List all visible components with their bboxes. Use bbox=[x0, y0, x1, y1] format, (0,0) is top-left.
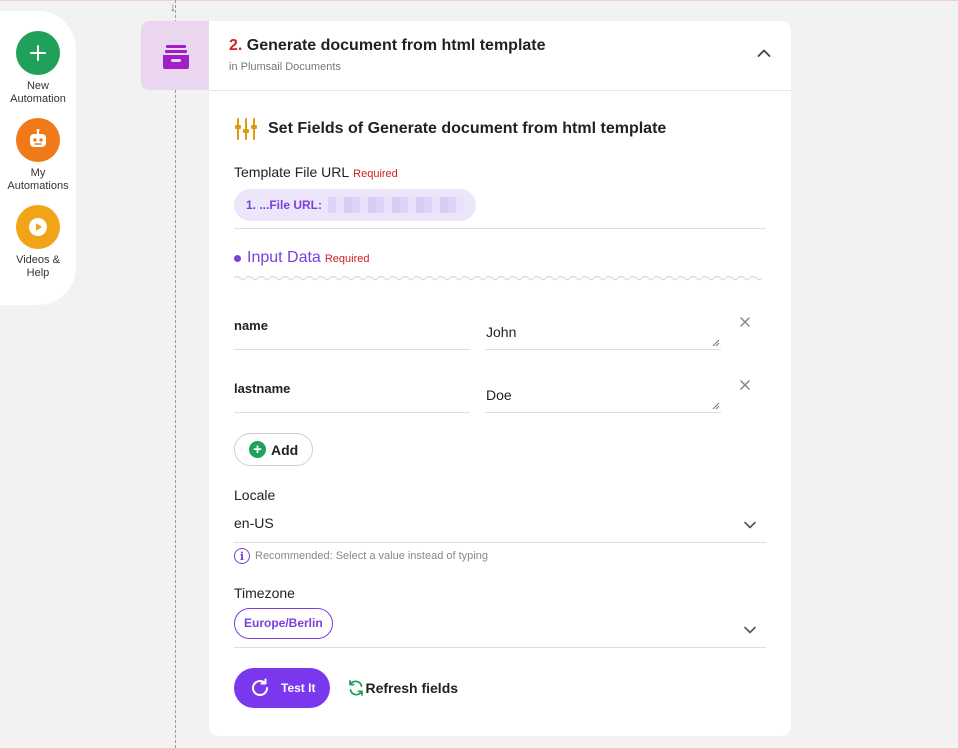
timezone-label: Timezone bbox=[234, 585, 295, 601]
input-data-row: name John bbox=[234, 306, 766, 369]
my-automations-label: My Automations bbox=[7, 167, 69, 192]
step-header[interactable]: 2. Generate document from html template … bbox=[209, 21, 791, 91]
chevron-up-icon[interactable] bbox=[757, 48, 771, 58]
refresh-cycle-icon bbox=[252, 678, 268, 696]
value-text: John bbox=[486, 324, 517, 340]
required-badge: Required bbox=[324, 253, 370, 265]
section-title: Set Fields of Generate document from htm… bbox=[268, 120, 667, 137]
resize-handle-icon[interactable] bbox=[712, 402, 720, 410]
locale-field: Locale en-US i Recommended: Select a val… bbox=[234, 487, 766, 564]
action-bar: Test It Refresh fields bbox=[234, 668, 766, 708]
input-data-row: lastname Doe bbox=[234, 369, 766, 432]
input-data-header[interactable]: Input Data Required bbox=[234, 249, 766, 267]
input-data-label: Input Data bbox=[247, 249, 321, 266]
new-automation-button[interactable]: New Automation bbox=[0, 31, 76, 106]
play-icon bbox=[16, 205, 60, 249]
step-title: 2. Generate document from html template bbox=[229, 37, 771, 55]
locale-hint: i Recommended: Select a value instead of… bbox=[234, 548, 766, 564]
new-automation-label: New Automation bbox=[10, 80, 66, 105]
timezone-field: Timezone Europe/Berlin bbox=[234, 585, 766, 648]
template-url-label: Template File URL bbox=[234, 164, 350, 180]
value-field[interactable]: John bbox=[485, 306, 721, 350]
required-badge: Required bbox=[353, 168, 398, 180]
plus-icon bbox=[16, 31, 60, 75]
value-text: Doe bbox=[486, 387, 512, 403]
sliders-icon bbox=[235, 118, 257, 140]
step-title-text: Generate document from html template bbox=[246, 37, 546, 54]
add-label: Add bbox=[271, 441, 299, 458]
key-field[interactable]: lastname bbox=[234, 369, 470, 413]
resize-handle-icon[interactable] bbox=[712, 339, 720, 347]
locale-label: Locale bbox=[234, 487, 276, 503]
top-border bbox=[0, 0, 958, 1]
step-number: 2. bbox=[229, 37, 243, 54]
step-body: Set Fields of Generate document from htm… bbox=[209, 117, 791, 708]
my-automations-button[interactable]: My Automations bbox=[0, 118, 76, 193]
section-header: Set Fields of Generate document from htm… bbox=[234, 117, 766, 141]
close-icon[interactable] bbox=[739, 379, 751, 391]
timezone-chip[interactable]: Europe/Berlin bbox=[234, 608, 333, 639]
value-field[interactable]: Doe bbox=[485, 369, 721, 413]
chevron-down-icon[interactable] bbox=[744, 626, 756, 634]
test-it-button[interactable]: Test It bbox=[234, 668, 331, 708]
videos-help-button[interactable]: Videos & Help bbox=[0, 205, 76, 280]
archive-drawer-icon bbox=[163, 44, 189, 69]
timezone-select[interactable]: Europe/Berlin bbox=[234, 601, 766, 648]
file-url-token[interactable]: 1. ...File URL: bbox=[234, 189, 477, 221]
flow-connector bbox=[175, 0, 176, 748]
refresh-fields-label: Refresh fields bbox=[365, 680, 459, 696]
file-url-token-label: 1. ...File URL: bbox=[246, 198, 323, 212]
robot-icon bbox=[16, 118, 60, 162]
refresh-icon bbox=[349, 680, 364, 696]
locale-hint-text: Recommended: Select a value instead of t… bbox=[255, 550, 488, 562]
locale-select[interactable]: en-US bbox=[234, 503, 766, 543]
input-data-rows: name John lastname Doe bbox=[234, 306, 766, 432]
left-sidebar: New Automation My Automations Videos & H… bbox=[0, 11, 76, 305]
chevron-down-icon[interactable] bbox=[744, 521, 756, 529]
bullet-dot-icon bbox=[234, 254, 241, 262]
step-card: 2. Generate document from html template … bbox=[209, 21, 791, 736]
input-data-section: Input Data Required name John lastname D… bbox=[233, 249, 766, 466]
add-row-button[interactable]: + Add bbox=[234, 433, 314, 466]
step-icon-container bbox=[141, 21, 211, 90]
wavy-divider bbox=[233, 275, 763, 281]
key-field[interactable]: name bbox=[234, 306, 470, 350]
refresh-fields-button[interactable]: Refresh fields bbox=[347, 679, 458, 697]
step-subtitle: in Plumsail Documents bbox=[229, 61, 341, 73]
info-icon: i bbox=[234, 548, 250, 564]
locale-value: en-US bbox=[234, 515, 274, 531]
plus-circle-icon: + bbox=[249, 441, 266, 458]
redacted-value bbox=[328, 197, 465, 213]
videos-help-label: Videos & Help bbox=[16, 254, 60, 279]
close-icon[interactable] bbox=[739, 316, 751, 328]
arrow-down-icon: ↓ bbox=[170, 0, 176, 14]
template-url-field: Template File URL Required 1. ...File URL… bbox=[234, 164, 766, 229]
test-it-label: Test It bbox=[281, 681, 316, 695]
